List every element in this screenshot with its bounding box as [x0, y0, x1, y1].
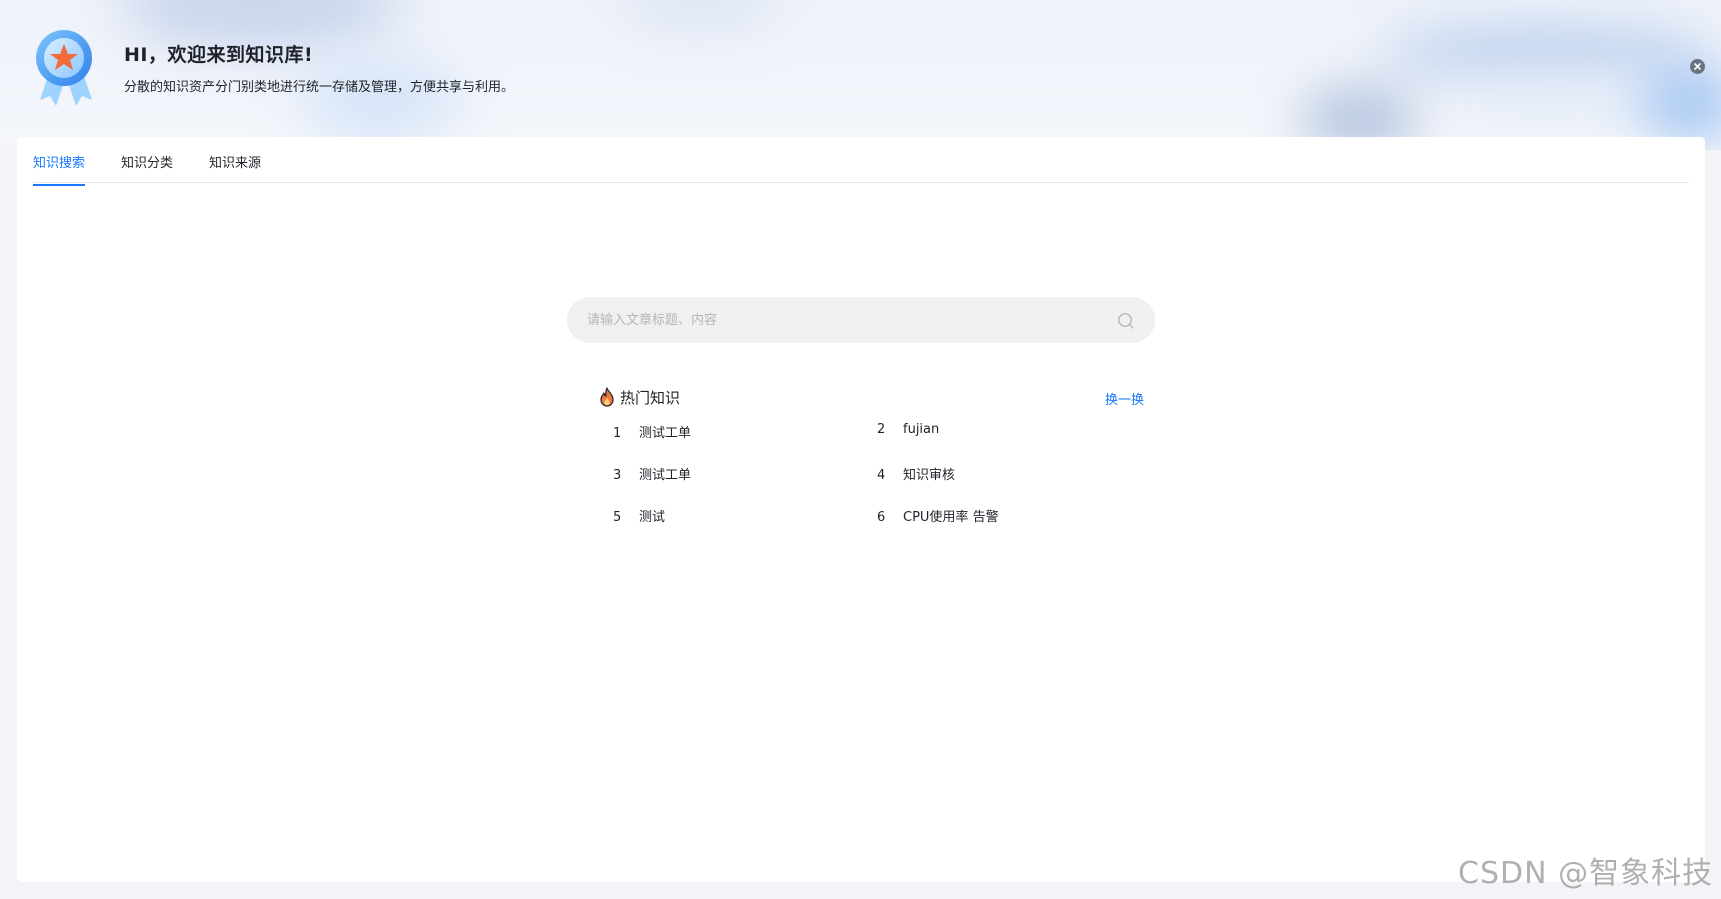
fire-icon	[600, 387, 614, 407]
search-box[interactable]	[567, 297, 1155, 343]
tab-knowledge-source[interactable]: 知识来源	[209, 152, 261, 184]
hot-item-title: 测试工单	[639, 426, 692, 441]
hot-item[interactable]: 3 测试工单	[613, 464, 691, 484]
hot-item[interactable]: 4 知识审核	[877, 464, 955, 484]
main-card: 知识搜索 知识分类 知识来源 热门知识 换一换 1 测试工单	[17, 137, 1705, 882]
hot-item-title: 知识审核	[903, 468, 956, 483]
watermark: CSDN @智象科技	[1458, 856, 1714, 891]
hot-item[interactable]: 2 fujian	[877, 422, 939, 442]
hot-item-title: 测试工单	[639, 468, 692, 483]
hot-item-rank: 4	[877, 468, 886, 483]
hot-item[interactable]: 6 CPU使用率 告警	[877, 506, 999, 526]
hot-item-title: 测试	[639, 510, 666, 525]
banner-decoration	[1380, 30, 1710, 75]
hot-item-rank: 5	[613, 510, 622, 525]
close-icon[interactable]	[1690, 59, 1705, 74]
search-input[interactable]	[587, 297, 1087, 343]
banner-subtitle: 分散的知识资产分门别类地进行统一存储及管理，方便共享与利用。	[124, 80, 515, 95]
hot-knowledge-header: 热门知识 换一换	[599, 385, 1144, 409]
banner-decoration	[1450, 80, 1670, 125]
refresh-button[interactable]: 换一换	[1105, 389, 1144, 408]
hot-item-rank: 1	[613, 426, 622, 441]
hot-item-rank: 2	[877, 422, 886, 437]
medal-star-icon	[36, 30, 92, 106]
search-icon[interactable]	[1117, 312, 1135, 330]
hot-item-title: fujian	[903, 422, 940, 437]
banner-decoration	[620, 0, 780, 30]
hot-item[interactable]: 5 测试	[613, 506, 665, 526]
app-root: HI，欢迎来到知识库! 分散的知识资产分门别类地进行统一存储及管理，方便共享与利…	[0, 0, 1721, 899]
tab-knowledge-category[interactable]: 知识分类	[121, 152, 173, 184]
tab-knowledge-search[interactable]: 知识搜索	[33, 152, 86, 186]
tab-bar: 知识搜索 知识分类 知识来源	[33, 137, 1689, 186]
hot-item[interactable]: 1 测试工单	[613, 422, 691, 442]
welcome-banner: HI，欢迎来到知识库! 分散的知识资产分门别类地进行统一存储及管理，方便共享与利…	[0, 0, 1721, 150]
banner-decoration	[1640, 70, 1721, 140]
banner-title: HI，欢迎来到知识库!	[124, 44, 314, 66]
hot-knowledge-title: 热门知识	[620, 389, 681, 407]
hot-item-rank: 6	[877, 510, 886, 525]
hot-item-title: CPU使用率 告警	[903, 510, 999, 525]
hot-item-rank: 3	[613, 468, 622, 483]
banner-decoration	[300, 60, 460, 140]
